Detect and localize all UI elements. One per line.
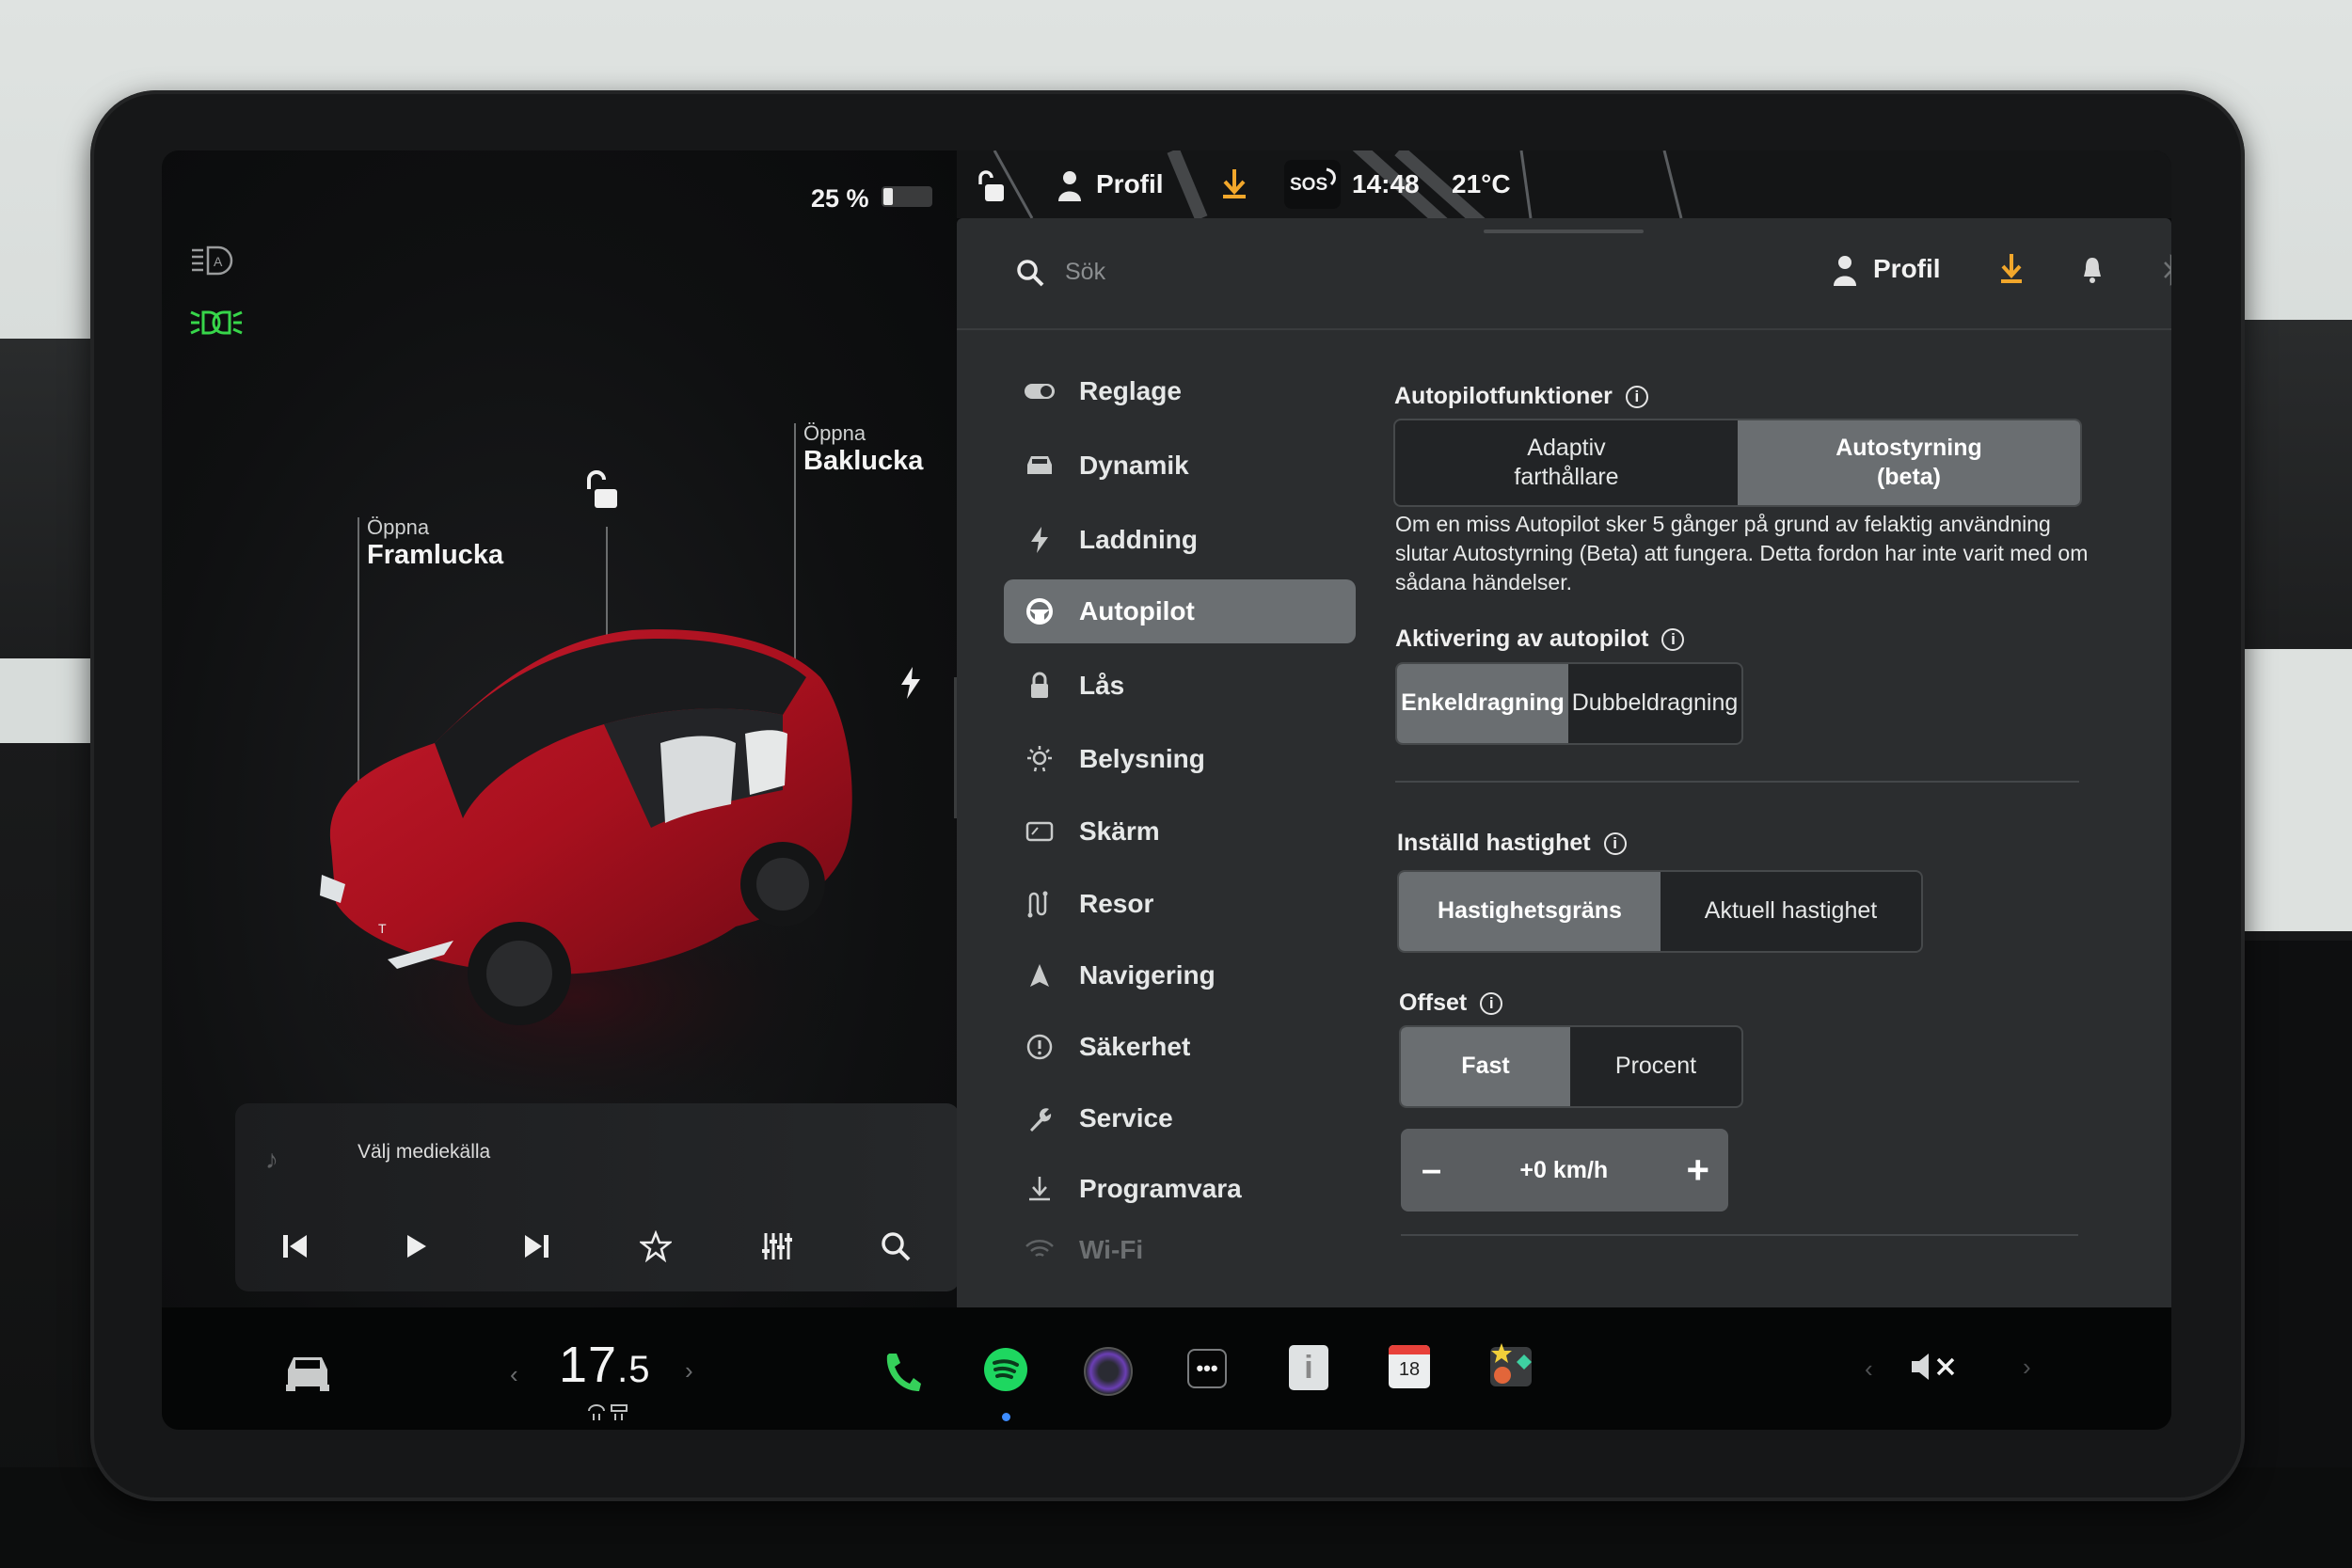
section-title: Offset <box>1399 990 1468 1016</box>
set-speed-heading: Inställd hastighet i <box>1397 830 1627 857</box>
play-icon <box>407 1235 426 1258</box>
decrease-offset-button[interactable]: – <box>1422 1150 1441 1191</box>
trunk-action: Öppna <box>803 421 866 445</box>
map-status-strip: Profil SOS 14:48 21°C <box>957 150 2171 218</box>
spotify-waves <box>993 1359 1019 1379</box>
option-label-line1: Autostyrning <box>1836 434 1982 461</box>
touchscreen: 25 % A Öppna Framlucka Öppna Baklucka T … <box>162 150 2171 1430</box>
defrost-icons[interactable] <box>587 1403 630 1422</box>
option-fixed[interactable]: Fast <box>1401 1027 1570 1106</box>
section-title: Inställd hastighet <box>1397 830 1591 856</box>
phone-call-icon <box>1326 167 1336 186</box>
manual-icon[interactable]: i <box>1289 1345 1328 1390</box>
spotify-icon[interactable] <box>984 1348 1027 1391</box>
phone-icon[interactable] <box>882 1350 923 1395</box>
section-divider <box>1401 1234 2078 1236</box>
info-icon[interactable]: i <box>1661 627 1685 651</box>
section-divider <box>1395 781 2079 783</box>
sos-button[interactable]: SOS <box>1284 160 1341 209</box>
settings-panel: Sök Profil LTE Reglage <box>957 218 2171 1307</box>
play-button[interactable] <box>395 1226 437 1267</box>
offset-value: +0 km/h <box>1519 1156 1609 1183</box>
increase-offset-button[interactable]: + <box>1686 1148 1709 1193</box>
svg-text:T: T <box>378 921 387 936</box>
equalizer-button[interactable] <box>755 1226 797 1267</box>
frunk-action: Öppna <box>367 515 430 539</box>
info-icon[interactable]: i <box>1480 991 1503 1015</box>
profile-button[interactable]: Profil <box>1096 169 1164 199</box>
charge-port-icon[interactable] <box>898 666 923 700</box>
cabin-temperature[interactable]: 17.5 <box>559 1336 650 1394</box>
battery-icon <box>882 186 932 207</box>
option-current-speed[interactable]: Aktuell hastighet <box>1661 872 1921 951</box>
temperature-decimal: .5 <box>617 1349 651 1390</box>
autopilot-features-heading: Autopilotfunktioner i <box>1394 383 1648 410</box>
clock: 14:48 <box>1352 169 1420 198</box>
toybox-icon[interactable] <box>1488 1341 1534 1388</box>
unlock-icon[interactable] <box>583 470 621 510</box>
volume-increase-button[interactable]: › <box>2023 1353 2031 1382</box>
skip-back-icon <box>283 1235 307 1258</box>
search-icon <box>882 1232 911 1261</box>
active-app-indicator <box>1002 1413 1010 1421</box>
autopilot-features-selector: Adaptiv farthållare Autostyrning (beta) <box>1393 419 2082 507</box>
option-adaptive-cruise[interactable]: Adaptiv farthållare <box>1395 420 1738 505</box>
car-visualization-panel: 25 % A Öppna Framlucka Öppna Baklucka T … <box>162 150 960 1307</box>
open-trunk-button[interactable]: Baklucka <box>803 446 923 477</box>
option-label-line2: (beta) <box>1876 464 1942 490</box>
music-note-icon: ♪ <box>265 1145 278 1174</box>
option-label-line2: farthållare <box>1514 464 1619 490</box>
software-update-icon[interactable] <box>1220 167 1248 201</box>
next-track-button[interactable] <box>516 1226 557 1267</box>
bottom-dock: ‹ 17.5 › ••• i 18 ‹ › <box>162 1307 2171 1430</box>
more-apps-icon[interactable]: ••• <box>1187 1349 1227 1388</box>
open-frunk-button[interactable]: Framlucka <box>367 540 503 571</box>
calendar-icon[interactable]: 18 <box>1389 1345 1430 1388</box>
favorite-button[interactable] <box>635 1226 676 1267</box>
option-label-line1: Adaptiv <box>1527 434 1606 461</box>
auto-headlights-icon[interactable]: A <box>190 245 237 277</box>
option-single-pull[interactable]: Enkeldragning <box>1397 664 1568 743</box>
set-speed-selector: Hastighetsgräns Aktuell hastighet <box>1397 870 1923 953</box>
media-player: ♪ Välj mediekälla <box>235 1103 960 1291</box>
car-3d-image: T <box>303 629 852 1129</box>
volume-decrease-button[interactable]: ‹ <box>1865 1354 1873 1384</box>
section-title: Autopilotfunktioner <box>1394 383 1613 409</box>
option-autosteer-beta[interactable]: Autostyrning (beta) <box>1738 420 2080 505</box>
offset-selector: Fast Procent <box>1399 1025 1743 1108</box>
offset-heading: Offset i <box>1399 990 1503 1017</box>
info-icon[interactable]: i <box>1625 385 1648 408</box>
star-icon <box>640 1230 672 1262</box>
temperature-integer: 17 <box>559 1337 618 1393</box>
temp-increase-button[interactable]: › <box>685 1356 693 1386</box>
media-search-button[interactable] <box>875 1226 916 1267</box>
skip-forward-icon <box>525 1235 548 1258</box>
calendar-header <box>1389 1345 1430 1354</box>
media-source-prompt[interactable]: Välj mediekälla <box>358 1141 490 1164</box>
outside-temperature: 21°C <box>1452 169 1511 198</box>
temp-decrease-button[interactable]: ‹ <box>510 1360 518 1389</box>
activation-heading: Aktivering av autopilot i <box>1395 626 1685 653</box>
car-controls-icon[interactable] <box>282 1353 333 1392</box>
option-percent[interactable]: Procent <box>1570 1027 1741 1106</box>
volume-muted-icon[interactable] <box>1910 1351 1959 1383</box>
info-icon[interactable]: i <box>1603 832 1627 855</box>
offset-stepper: – +0 km/h + <box>1401 1129 1728 1212</box>
parking-lights-icon[interactable] <box>190 309 243 337</box>
profile-icon <box>1058 171 1081 201</box>
option-speed-limit[interactable]: Hastighetsgräns <box>1399 872 1661 951</box>
camera-icon[interactable] <box>1084 1347 1133 1396</box>
autosteer-strike-description: Om en miss Autopilot sker 5 gånger på gr… <box>1395 512 2089 595</box>
option-double-pull[interactable]: Dubbeldragning <box>1568 664 1741 743</box>
section-title: Aktivering av autopilot <box>1395 626 1649 652</box>
svg-text:A: A <box>214 254 223 269</box>
previous-track-button[interactable] <box>275 1226 316 1267</box>
activation-selector: Enkeldragning Dubbeldragning <box>1395 662 1743 745</box>
sos-label: SOS <box>1290 175 1328 195</box>
equalizer-icon <box>762 1233 792 1259</box>
lock-status-icon[interactable] <box>976 169 1008 203</box>
calendar-date: 18 <box>1398 1359 1421 1380</box>
autopilot-settings-content: Autopilotfunktioner i Adaptiv farthållare… <box>957 218 2171 1307</box>
battery-percent: 25 % <box>811 184 869 213</box>
